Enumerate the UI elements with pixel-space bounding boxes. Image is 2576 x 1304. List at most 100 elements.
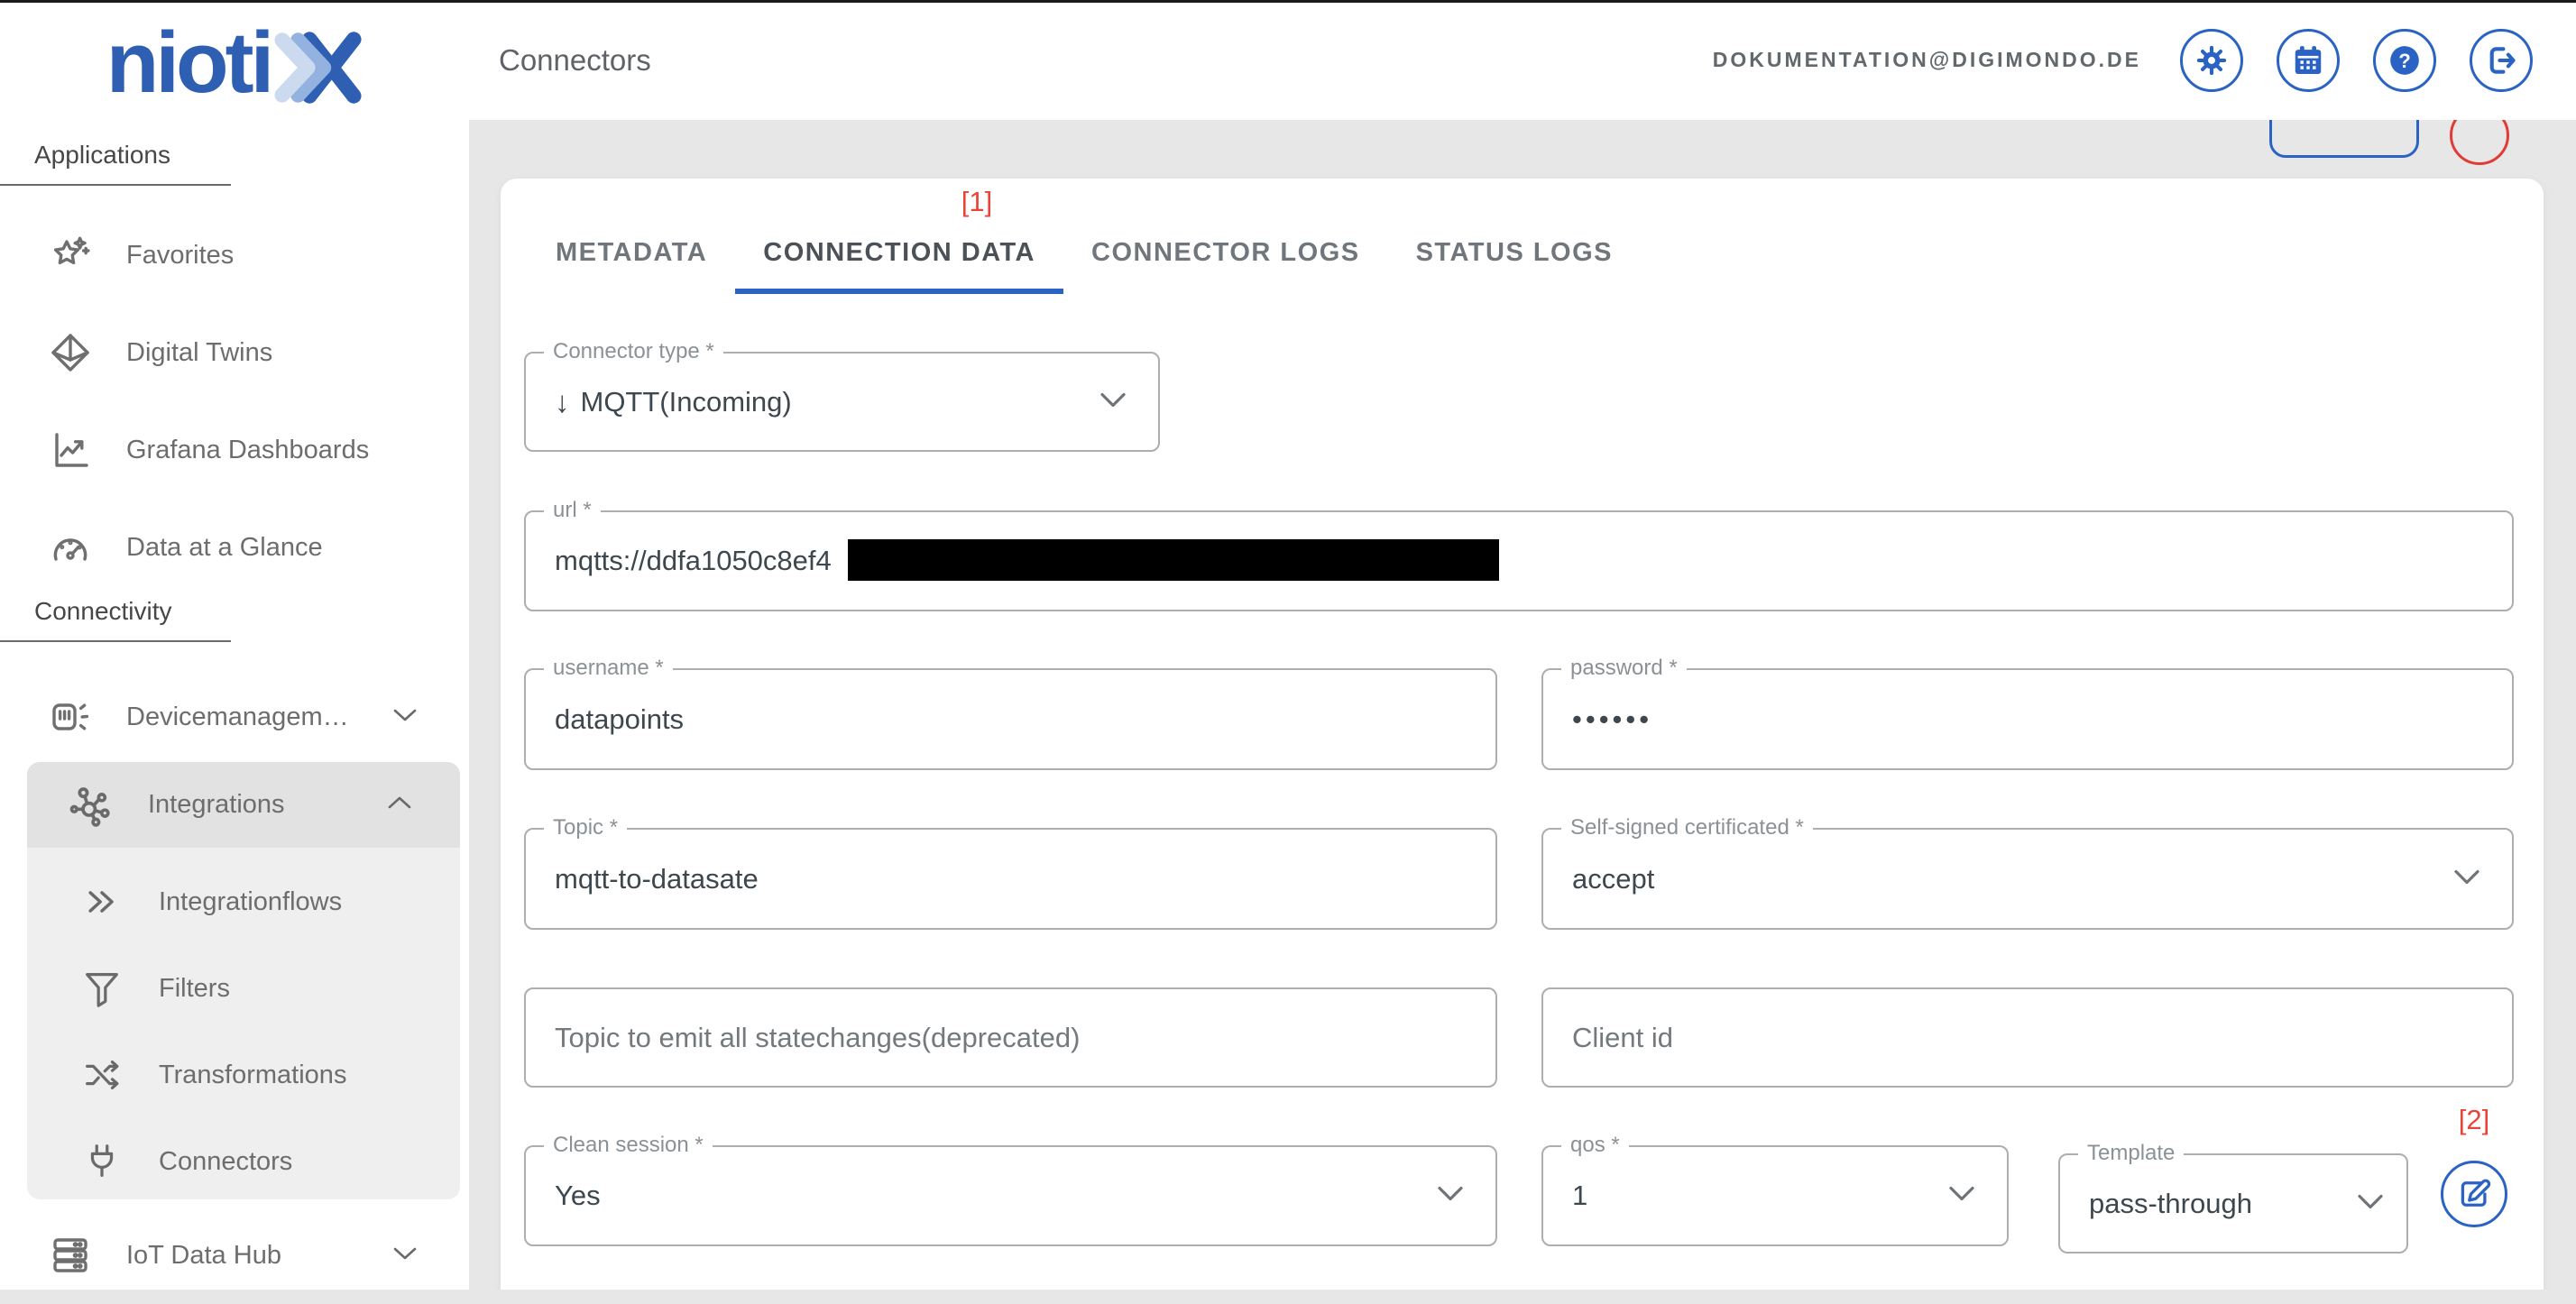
top-bar: Connectors DOKUMENTATION@DIGIMONDO.DE ?: [469, 0, 2576, 120]
user-cluster: DOKUMENTATION@DIGIMONDO.DE ?: [1712, 28, 2576, 92]
connector-detail-card: [1] METADATA CONNECTION DATA CONNECTOR L…: [501, 179, 2544, 1290]
tab-status-logs[interactable]: STATUS LOGS: [1388, 216, 1641, 294]
chevron-down-icon: [391, 707, 419, 728]
double-chevron-icon: [79, 882, 124, 922]
partial-avatar-button[interactable]: [2450, 120, 2509, 165]
sidebar-item-digital-twins[interactable]: Digital Twins: [0, 304, 469, 401]
tab-label: CONNECTOR LOGS: [1091, 237, 1360, 267]
field-value: datapoints: [555, 703, 685, 735]
incoming-arrow-icon: ↓: [555, 384, 570, 418]
field-value: ••••••: [1572, 703, 1653, 735]
server-icon: [47, 1234, 94, 1277]
tab-metadata[interactable]: METADATA: [528, 216, 735, 294]
page-title: Connectors: [499, 42, 651, 77]
client-id-input[interactable]: Client id: [1541, 987, 2514, 1088]
sidebar-item-integrations[interactable]: Integrations: [27, 762, 460, 848]
question-icon: ?: [2390, 45, 2419, 75]
tab-label: METADATA: [556, 237, 708, 267]
url-input[interactable]: url * mqtts://ddfa1050c8ef4: [524, 498, 2514, 611]
sidebar-item-label: Transformations: [159, 1060, 347, 1089]
logo-x-icon: [274, 32, 362, 104]
gear-icon: [2196, 45, 2227, 75]
nav-section-connectivity: Connectivity: [0, 597, 231, 642]
field-placeholder: Client id: [1572, 1021, 1673, 1053]
connector-type-select[interactable]: Connector type * ↓ MQTT(Incoming): [524, 339, 1160, 452]
chevron-up-icon: [386, 794, 413, 815]
annotation-1: [1]: [961, 186, 993, 217]
sidebar-item-grafana-dashboards[interactable]: Grafana Dashboards: [0, 401, 469, 499]
main-content: [1] METADATA CONNECTION DATA CONNECTOR L…: [469, 120, 2576, 1290]
sidebar-item-label: Digital Twins: [126, 337, 273, 367]
device-icon: [47, 695, 94, 739]
edit-button[interactable]: [2441, 1161, 2507, 1227]
sidebar-item-devicemanagement[interactable]: Devicemanagem…: [0, 668, 469, 766]
field-placeholder: Topic to emit all statechanges(deprecate…: [555, 1021, 1081, 1053]
sidebar-item-label: Integrations: [148, 790, 285, 819]
sidebar-item-data-at-a-glance[interactable]: Data at a Glance: [0, 499, 469, 596]
logout-button[interactable]: [2470, 28, 2533, 92]
field-value: mqtts://ddfa1050c8ef4: [555, 545, 832, 576]
settings-button[interactable]: [2180, 28, 2243, 92]
field-value: accept: [1572, 862, 1655, 895]
tab-connection-data[interactable]: CONNECTION DATA: [735, 216, 1063, 294]
sidebar-item-label: Connectors: [159, 1146, 293, 1176]
edit-icon: [2461, 1179, 2491, 1207]
field-value: pass-through: [2089, 1187, 2252, 1219]
chevron-down-icon: [1947, 1185, 1976, 1208]
user-email: DOKUMENTATION@DIGIMONDO.DE: [1712, 48, 2141, 71]
gauge-icon: [47, 526, 94, 569]
sidebar-item-label: Grafana Dashboards: [126, 435, 370, 464]
svg-text:?: ?: [2398, 49, 2411, 71]
sidebar-item-transformations[interactable]: Transformations: [27, 1032, 460, 1118]
sidebar-item-favorites[interactable]: Favorites: [0, 207, 469, 304]
sidebar-item-label: Devicemanagem…: [126, 702, 349, 731]
chevron-down-icon: [1099, 390, 1127, 413]
field-value: Yes: [555, 1180, 601, 1211]
topic-input[interactable]: Topic * mqtt-to-datasate: [524, 815, 1497, 930]
hub-icon: [67, 782, 117, 829]
calendar-button[interactable]: [2277, 28, 2340, 92]
sidebar-item-label: Favorites: [126, 240, 235, 270]
chevron-down-icon: [2356, 1192, 2385, 1215]
page-top-border: [0, 0, 2576, 3]
field-value: MQTT(Incoming): [580, 385, 792, 418]
topic-emit-input[interactable]: Topic to emit all statechanges(deprecate…: [524, 987, 1497, 1088]
diamond-icon: [47, 331, 94, 374]
help-button[interactable]: ?: [2373, 28, 2436, 92]
chevron-down-icon: [1436, 1185, 1465, 1208]
field-value: 1: [1572, 1180, 1588, 1211]
sidebar-item-label: Integrationflows: [159, 886, 343, 916]
tab-bar: METADATA CONNECTION DATA CONNECTOR LOGS …: [528, 216, 1641, 294]
sidebar: nioti Applications Favorites Digital Twi…: [0, 0, 469, 1290]
sidebar-item-label: Data at a Glance: [126, 532, 323, 562]
partial-toolbar-button[interactable]: [2269, 120, 2419, 158]
funnel-icon: [79, 968, 124, 1009]
line-chart-icon: [47, 428, 94, 472]
sidebar-item-filters[interactable]: Filters: [27, 945, 460, 1032]
annotation-2: [2]: [2458, 1104, 2490, 1135]
qos-select[interactable]: qos * 1: [1541, 1133, 2009, 1246]
username-input[interactable]: username * datapoints: [524, 656, 1497, 770]
logo-text: nioti: [106, 14, 275, 111]
sidebar-item-label: Filters: [159, 973, 230, 1003]
sidebar-item-connectors[interactable]: Connectors: [27, 1118, 460, 1205]
field-value: mqtt-to-datasate: [555, 862, 759, 895]
tab-label: STATUS LOGS: [1415, 237, 1614, 267]
nav-section-applications: Applications: [0, 141, 231, 186]
shuffle-icon: [79, 1054, 124, 1096]
chevron-down-icon: [391, 1245, 419, 1266]
brand-logo[interactable]: nioti: [54, 13, 415, 114]
plug-icon: [79, 1141, 124, 1182]
chevron-down-icon: [2452, 868, 2481, 890]
clean-session-select[interactable]: Clean session * Yes: [524, 1133, 1497, 1246]
tab-connector-logs[interactable]: CONNECTOR LOGS: [1063, 216, 1388, 294]
redaction-overlay: [848, 539, 1499, 581]
password-input[interactable]: password * ••••••: [1541, 656, 2514, 770]
calendar-icon: [2295, 45, 2322, 74]
self-signed-certificate-select[interactable]: Self-signed certificated * accept: [1541, 815, 2514, 930]
template-select[interactable]: Template pass-through: [2058, 1141, 2408, 1253]
integrations-submenu: Integrationflows Filters Transformations…: [27, 848, 460, 1199]
sidebar-item-label: IoT Data Hub: [126, 1240, 281, 1270]
sidebar-item-integrationflows[interactable]: Integrationflows: [27, 859, 460, 945]
tab-label: CONNECTION DATA: [763, 237, 1035, 267]
